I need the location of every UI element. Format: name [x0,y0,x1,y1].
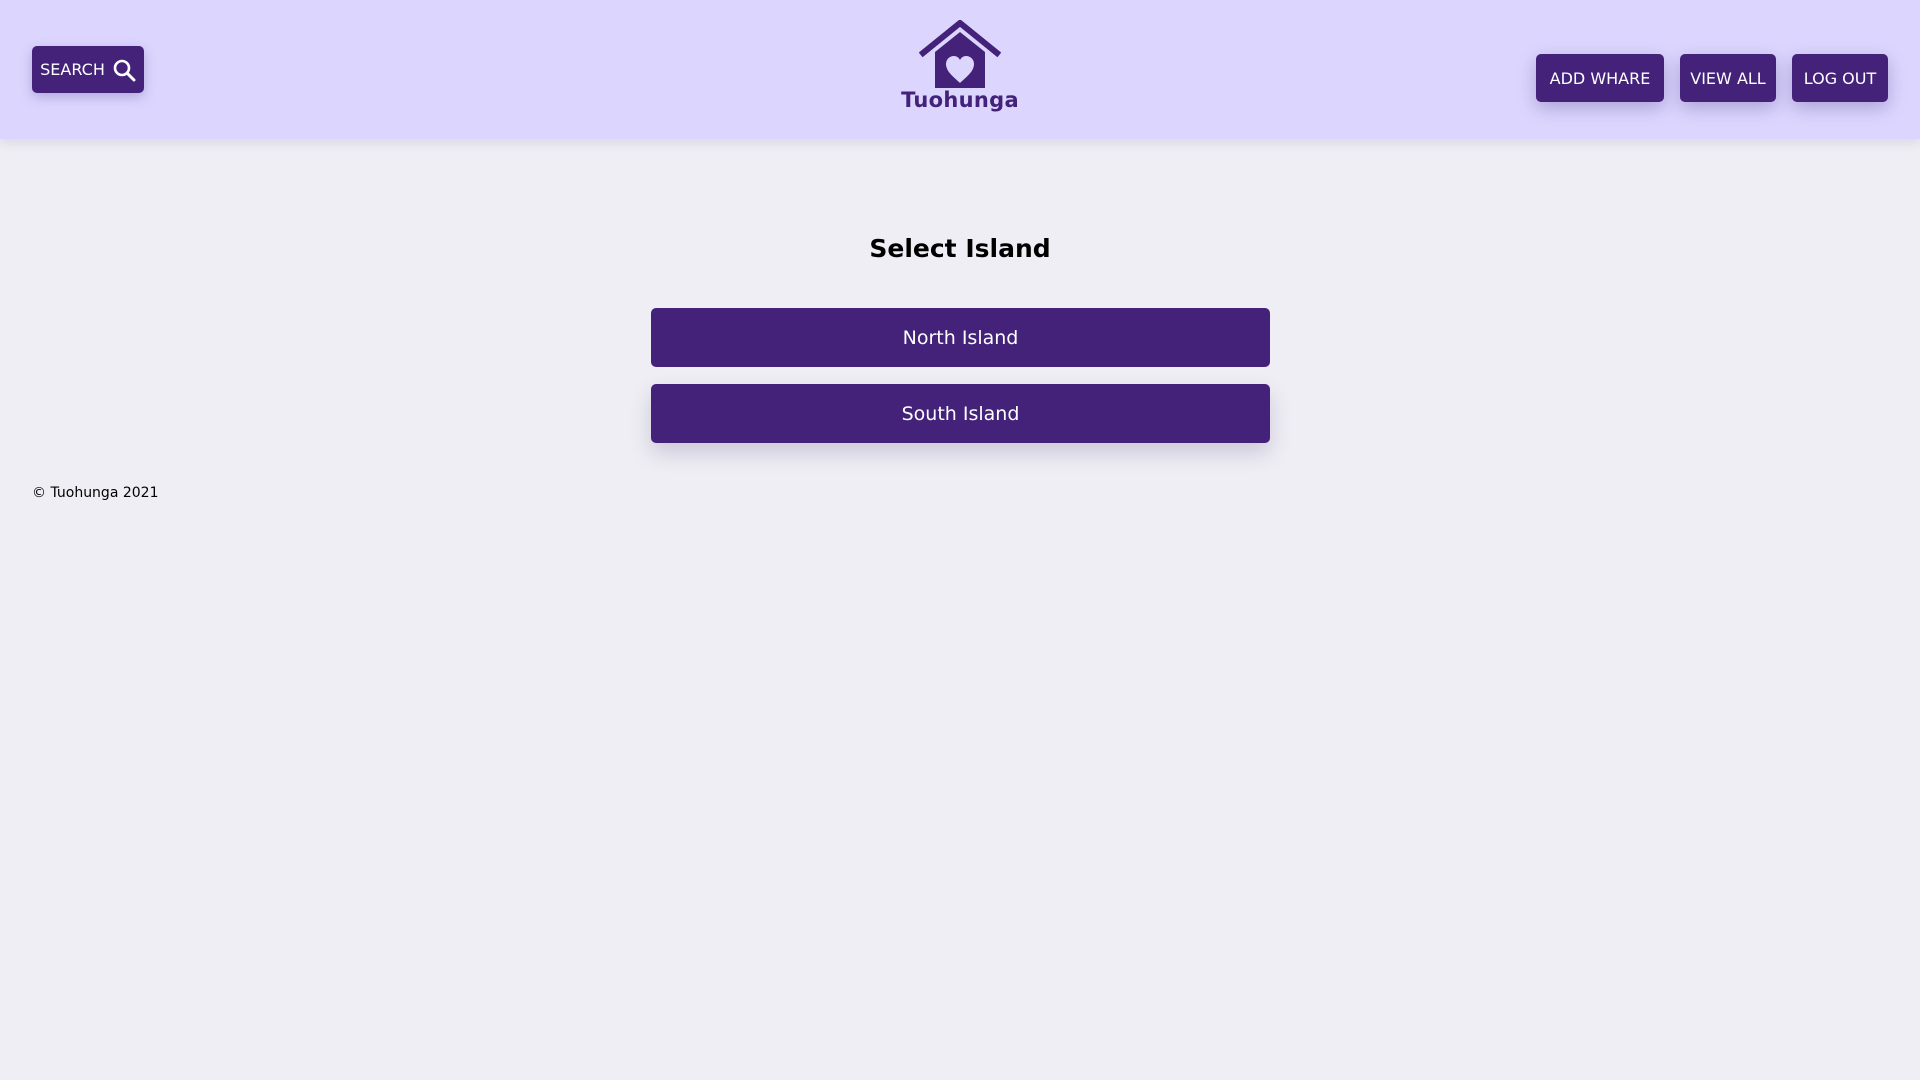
brand-logo[interactable]: Tuohunga [860,20,1060,125]
search-icon [112,58,136,82]
south-island-button[interactable]: South Island [651,384,1270,443]
page-title: Select Island [869,234,1051,263]
search-button-label: SEARCH [40,60,105,79]
footer-copyright: © Tuohunga 2021 [32,485,159,501]
search-button[interactable]: SEARCH [32,46,144,93]
north-island-button[interactable]: North Island [651,308,1270,367]
house-heart-icon [919,20,1001,88]
log-out-button[interactable]: LOG OUT [1792,54,1888,102]
add-whare-button[interactable]: ADD WHARE [1536,54,1664,102]
view-all-button[interactable]: VIEW ALL [1680,54,1776,102]
top-navbar: SEARCH Tuohunga ADD WHARE VIEW ALL LOG O… [0,0,1920,139]
brand-name: Tuohunga [901,88,1019,112]
